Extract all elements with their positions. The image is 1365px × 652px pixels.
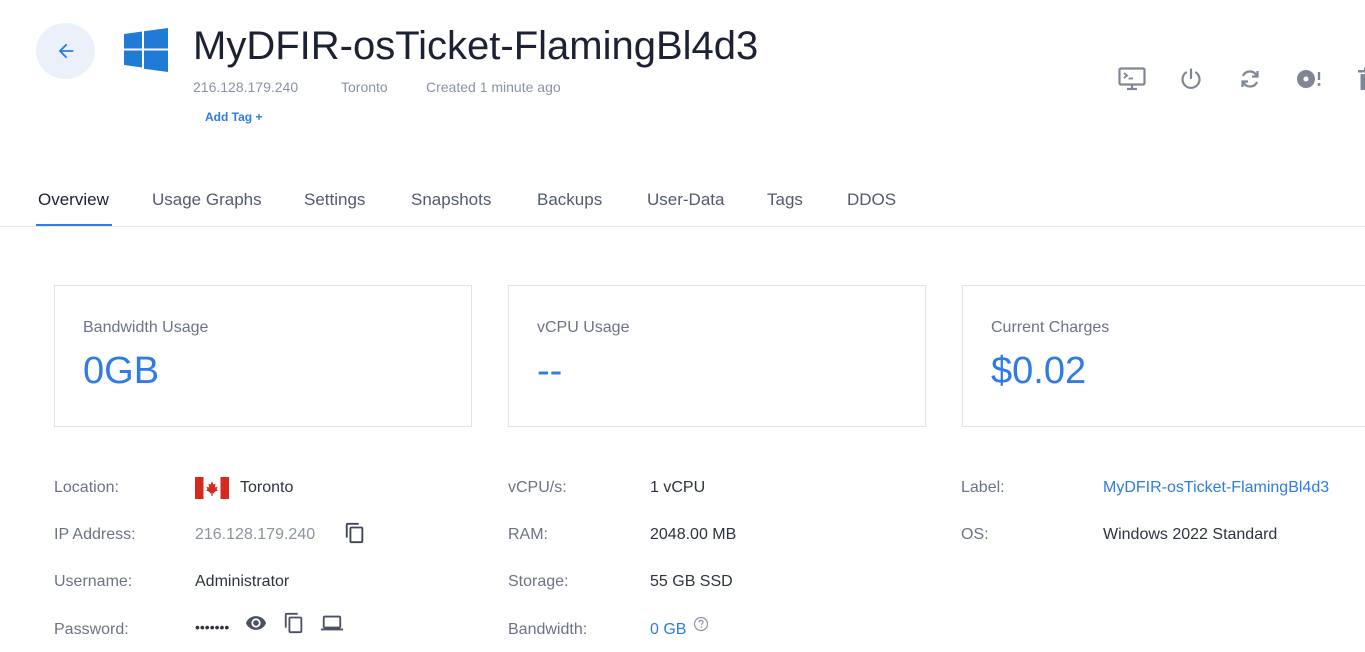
tab-user-data[interactable]: User-Data	[647, 190, 724, 210]
card-label: Current Charges	[991, 319, 1110, 336]
bandwidth-value[interactable]: 0 GB	[650, 621, 686, 639]
copy-ip-button[interactable]	[344, 522, 366, 544]
location-text: Toronto	[240, 479, 294, 496]
tab-usage-graphs[interactable]: Usage Graphs	[152, 190, 262, 210]
canada-flag-icon	[195, 477, 229, 499]
help-icon	[693, 616, 709, 632]
page-title: MyDFIR-osTicket-FlamingBl4d3	[193, 24, 759, 68]
header-ip: 216.128.179.240	[193, 79, 299, 95]
console-icon	[1118, 67, 1146, 91]
server-label-value[interactable]: MyDFIR-osTicket-FlamingBl4d3	[1103, 479, 1329, 497]
storage-value: 55 GB SSD	[650, 573, 733, 590]
ip-address-label: IP Address:	[54, 526, 136, 543]
storage-label: Storage:	[508, 573, 569, 590]
trash-icon	[1358, 67, 1365, 90]
vcpu-value: 1 vCPU	[650, 479, 706, 496]
add-tag-link[interactable]: Add Tag +	[205, 110, 262, 124]
eye-icon	[245, 616, 267, 630]
card-value: 0GB	[83, 350, 160, 392]
laptop-icon	[321, 615, 343, 631]
tab-ddos[interactable]: DDOS	[847, 190, 896, 210]
arrow-left-icon	[58, 43, 73, 59]
vcpu-label: vCPU/s:	[508, 479, 567, 496]
password-label: Password:	[54, 621, 129, 638]
card-value: --	[537, 350, 563, 392]
ram-label: RAM:	[508, 526, 548, 543]
delete-button[interactable]	[1353, 66, 1365, 92]
tab-backups[interactable]: Backups	[537, 190, 602, 210]
location-label: Location:	[54, 479, 119, 496]
restart-icon	[1241, 70, 1259, 88]
iso-button[interactable]	[1294, 66, 1324, 92]
server-actions	[1117, 66, 1365, 92]
restart-button[interactable]	[1235, 66, 1265, 92]
windows-logo-icon	[124, 28, 168, 72]
copy-icon	[284, 612, 303, 634]
copy-password-button[interactable]	[283, 612, 305, 634]
copy-icon	[345, 522, 364, 544]
card-label: vCPU Usage	[537, 319, 630, 336]
os-label: OS:	[961, 526, 989, 543]
os-value: Windows 2022 Standard	[1103, 526, 1278, 543]
back-button[interactable]	[36, 23, 95, 79]
header-created: Created 1 minute ago	[426, 79, 561, 95]
bandwidth-label: Bandwidth:	[508, 621, 588, 638]
power-icon	[1181, 68, 1201, 89]
tab-bar: Overview Usage Graphs Settings Snapshots…	[0, 178, 1365, 227]
power-button[interactable]	[1176, 66, 1206, 92]
card-value: $0.02	[991, 350, 1087, 392]
username-value: Administrator	[195, 573, 290, 590]
server-label-label: Label:	[961, 479, 1005, 496]
vcpu-usage-card: vCPU Usage --	[508, 285, 926, 427]
ram-value: 2048.00 MB	[650, 526, 737, 543]
tab-snapshots[interactable]: Snapshots	[411, 190, 491, 210]
tab-overview[interactable]: Overview	[38, 190, 109, 210]
tab-settings[interactable]: Settings	[304, 190, 365, 210]
ip-address-value: 216.128.179.240	[195, 526, 316, 543]
location-value: Toronto	[195, 477, 293, 499]
tab-tags[interactable]: Tags	[767, 190, 803, 210]
bandwidth-help-button[interactable]	[693, 616, 709, 632]
header-location: Toronto	[341, 79, 388, 95]
send-to-console-button[interactable]	[320, 612, 344, 634]
iso-icon	[1297, 70, 1321, 88]
console-button[interactable]	[1117, 66, 1147, 92]
password-value: •••••••	[195, 619, 230, 635]
card-label: Bandwidth Usage	[83, 319, 209, 336]
show-password-button[interactable]	[245, 612, 267, 634]
username-label: Username:	[54, 573, 133, 590]
bandwidth-usage-card: Bandwidth Usage 0GB	[54, 285, 472, 427]
active-tab-indicator	[36, 224, 112, 226]
current-charges-card: Current Charges $0.02	[962, 285, 1365, 427]
